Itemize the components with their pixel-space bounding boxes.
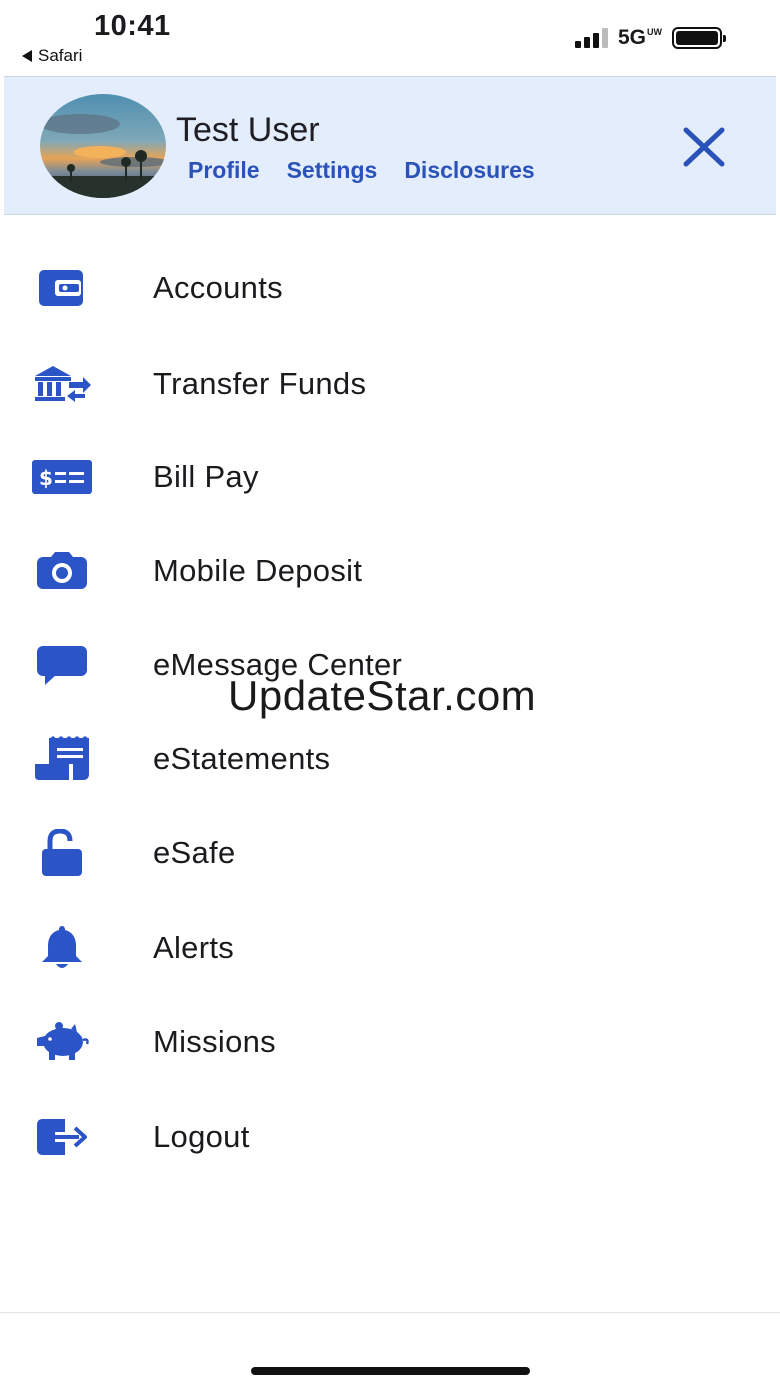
camera-icon — [30, 547, 94, 595]
statement-scroll-icon — [30, 735, 94, 783]
wallet-icon — [30, 264, 94, 312]
piggy-bank-icon — [30, 1018, 94, 1066]
status-indicators: 5G UW — [574, 26, 726, 50]
menu-item-label: eStatements — [153, 741, 331, 776]
menu-item-label: Transfer Funds — [153, 366, 367, 401]
close-button[interactable] — [680, 125, 728, 169]
menu-item-alerts[interactable]: Alerts — [0, 913, 780, 983]
bottom-divider — [0, 1312, 780, 1313]
menu-item-label: Bill Pay — [153, 459, 259, 494]
bank-transfer-icon — [30, 360, 94, 408]
unlocked-padlock-icon — [30, 829, 94, 877]
menu-item-label: Alerts — [153, 930, 235, 965]
status-bar: 10:41 Safari 5G UW — [0, 0, 780, 76]
watermark: UpdateStar.com — [228, 672, 537, 719]
back-to-safari[interactable]: Safari — [22, 46, 82, 66]
menu-item-label: Logout — [153, 1119, 250, 1154]
disclosures-link[interactable]: Disclosures — [404, 157, 534, 184]
bill-check-icon: $ — [30, 453, 94, 501]
header-links: Profile Settings Disclosures — [188, 157, 535, 184]
menu-item-label: Accounts — [153, 270, 283, 305]
close-icon — [683, 127, 725, 167]
svg-text:$: $ — [39, 466, 53, 490]
avatar[interactable] — [40, 94, 166, 198]
network-type: 5G UW — [617, 26, 662, 49]
menu-item-accounts[interactable]: Accounts — [0, 253, 780, 323]
user-header: Test User Profile Settings Disclosures — [4, 76, 776, 215]
menu-item-logout[interactable]: Logout — [0, 1102, 780, 1172]
back-app-label: Safari — [38, 46, 83, 65]
settings-link[interactable]: Settings — [287, 157, 378, 184]
menu-item-estatements[interactable]: eStatements — [0, 724, 780, 794]
menu-item-label: Missions — [153, 1024, 276, 1059]
menu-item-label: Mobile Deposit — [153, 553, 363, 588]
bell-icon — [30, 924, 94, 972]
menu-item-label: eSafe — [153, 835, 236, 870]
menu-item-missions[interactable]: Missions — [0, 1007, 780, 1077]
menu-item-mobile-deposit[interactable]: Mobile Deposit — [0, 536, 780, 606]
menu-item-esafe[interactable]: eSafe — [0, 818, 780, 888]
menu-item-transfer-funds[interactable]: Transfer Funds — [0, 349, 780, 419]
battery-icon — [672, 27, 726, 49]
cellular-signal-icon — [574, 28, 608, 48]
chat-bubble-icon — [30, 641, 94, 689]
profile-link[interactable]: Profile — [188, 157, 260, 184]
logout-icon — [30, 1113, 94, 1161]
home-indicator[interactable] — [251, 1367, 530, 1375]
user-name: Test User — [176, 111, 320, 149]
menu-item-bill-pay[interactable]: $ Bill Pay — [0, 442, 780, 512]
back-arrow-icon — [22, 50, 32, 62]
status-time: 10:41 — [94, 10, 171, 42]
